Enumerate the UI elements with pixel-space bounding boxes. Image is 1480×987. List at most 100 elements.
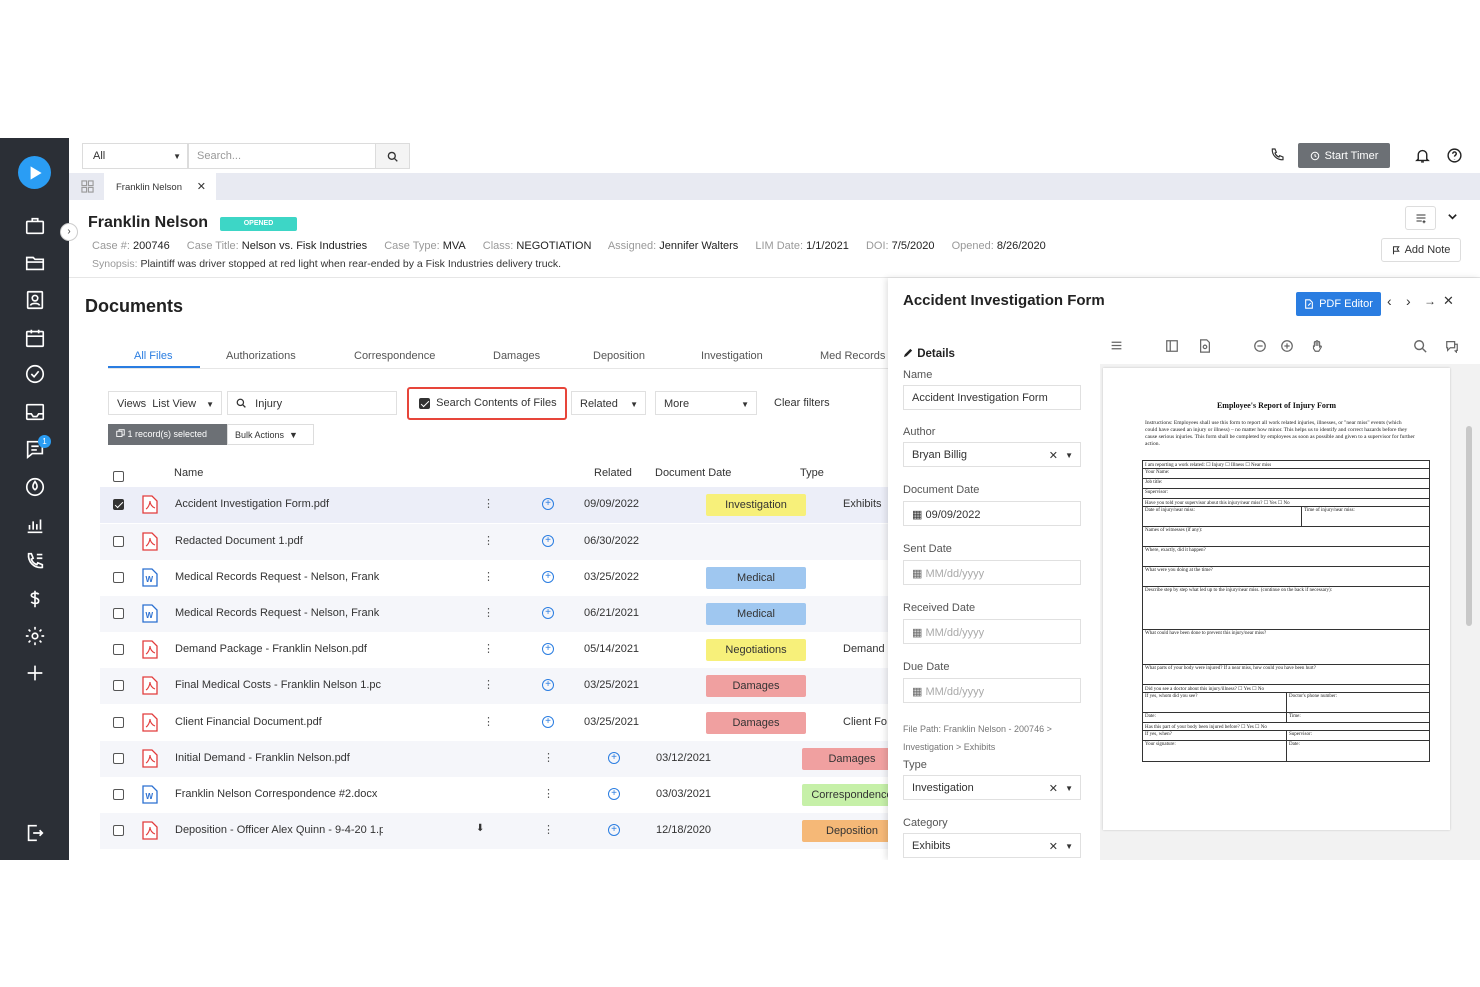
tab-authorizations[interactable]: Authorizations xyxy=(226,350,296,362)
tab-deposition[interactable]: Deposition xyxy=(593,350,645,362)
settings-gear-icon[interactable] xyxy=(22,623,48,649)
collapse-nav-button[interactable]: › xyxy=(60,223,78,241)
tab-investigation[interactable]: Investigation xyxy=(701,350,763,362)
pdf-editor-button[interactable]: PDF Editor xyxy=(1296,292,1381,316)
scrollbar[interactable] xyxy=(1466,426,1472,626)
zoom-in-icon[interactable] xyxy=(1280,339,1294,358)
logout-icon[interactable] xyxy=(22,820,48,846)
sent-date-field[interactable]: ▦ MM/dd/yyyy xyxy=(903,560,1081,585)
row-checkbox[interactable] xyxy=(113,499,124,510)
global-search-input[interactable]: Search... xyxy=(188,143,376,169)
document-date-field[interactable]: ▦ 09/09/2022 xyxy=(903,501,1081,526)
type-select[interactable]: Investigation ✕ ▼ xyxy=(903,775,1081,800)
row-checkbox[interactable] xyxy=(113,717,124,728)
more-options-icon[interactable]: ⋮ xyxy=(483,715,494,728)
tab-med-records[interactable]: Med Records xyxy=(820,350,885,362)
page-icon[interactable] xyxy=(1198,339,1212,358)
folder-icon[interactable] xyxy=(22,250,48,276)
previous-icon[interactable]: ‹ xyxy=(1387,293,1392,309)
zoom-out-icon[interactable] xyxy=(1253,339,1267,358)
row-checkbox[interactable] xyxy=(113,644,124,655)
row-checkbox[interactable] xyxy=(113,572,124,583)
table-row[interactable]: Initial Demand - Franklin Nelson.pdf ⋮ +03… xyxy=(100,741,888,777)
tab-correspondence[interactable]: Correspondence xyxy=(354,350,435,362)
comments-icon[interactable] xyxy=(1445,339,1459,358)
start-timer-button[interactable]: Start Timer xyxy=(1298,143,1390,168)
menu-icon[interactable] xyxy=(1110,339,1123,357)
column-header-related[interactable]: Related xyxy=(594,467,632,479)
inbox-icon[interactable] xyxy=(22,399,48,425)
row-checkbox[interactable] xyxy=(113,536,124,547)
more-options-icon[interactable]: ⋮ xyxy=(483,497,494,510)
row-checkbox[interactable] xyxy=(113,789,124,800)
row-checkbox[interactable] xyxy=(113,680,124,691)
add-related-icon[interactable]: + xyxy=(542,607,554,619)
table-row[interactable]: Redacted Document 1.pdf ⋮ +06/30/2022 xyxy=(100,524,888,560)
related-select[interactable]: Related ▼ xyxy=(571,391,646,415)
reports-chart-icon[interactable] xyxy=(22,512,48,538)
author-select[interactable]: Bryan Billig ✕ ▼ xyxy=(903,442,1081,467)
table-row[interactable]: Deposition - Officer Alex Quinn - 9-4-20… xyxy=(100,813,888,849)
table-row[interactable]: Final Medical Costs - Franklin Nelson 1.… xyxy=(100,668,888,704)
file-name[interactable]: Demand Package - Franklin Nelson.pdf xyxy=(175,643,383,655)
close-icon[interactable]: ✕ xyxy=(1443,293,1454,309)
table-row[interactable]: Accident Investigation Form.pdf ⋮ +09/09/2… xyxy=(100,487,888,523)
pan-hand-icon[interactable] xyxy=(1310,339,1324,358)
more-options-icon[interactable]: ⋮ xyxy=(483,534,494,547)
contacts-icon[interactable] xyxy=(22,287,48,313)
table-row[interactable]: Client Financial Document.pdf ⋮ +03/25/202… xyxy=(100,705,888,741)
file-name[interactable]: Accident Investigation Form.pdf xyxy=(175,498,383,510)
file-name[interactable]: Final Medical Costs - Franklin Nelson 1.… xyxy=(175,679,383,691)
row-checkbox[interactable] xyxy=(113,825,124,836)
download-icon[interactable]: ⬇ xyxy=(476,823,484,834)
table-row[interactable]: W Medical Records Request - Nelson, Frank… xyxy=(100,596,888,632)
views-select[interactable]: Views List View ▼ xyxy=(108,391,222,415)
add-related-icon[interactable]: + xyxy=(542,535,554,547)
search-scope-select[interactable]: All ▼ xyxy=(82,143,188,169)
row-checkbox[interactable] xyxy=(113,608,124,619)
calendar-icon[interactable] xyxy=(22,325,48,351)
more-options-icon[interactable]: ⋮ xyxy=(483,570,494,583)
file-name[interactable]: Deposition - Officer Alex Quinn - 9-4-20… xyxy=(175,824,383,836)
pdf-viewer[interactable]: Employee's Report of Injury Form Instruc… xyxy=(1100,364,1480,860)
add-related-icon[interactable]: + xyxy=(542,571,554,583)
header-menu-button[interactable] xyxy=(1405,206,1436,230)
more-options-icon[interactable]: ⋮ xyxy=(483,642,494,655)
table-row[interactable]: W Medical Records Request - Nelson, Frank… xyxy=(100,560,888,596)
more-options-icon[interactable]: ⋮ xyxy=(543,823,554,836)
table-row[interactable]: Demand Package - Franklin Nelson.pdf ⋮ +05… xyxy=(100,632,888,668)
add-related-icon[interactable]: + xyxy=(542,643,554,655)
add-related-icon[interactable]: + xyxy=(608,752,620,764)
received-date-field[interactable]: ▦ MM/dd/yyyy xyxy=(903,619,1081,644)
close-icon[interactable]: ✕ xyxy=(197,180,206,193)
app-logo[interactable] xyxy=(18,156,51,189)
file-name[interactable]: Redacted Document 1.pdf xyxy=(175,535,383,547)
file-name[interactable]: Franklin Nelson Correspondence #2.docx xyxy=(175,788,383,800)
column-header-name[interactable]: Name xyxy=(174,467,203,479)
billing-dollar-icon[interactable] xyxy=(22,586,48,612)
chevron-down-icon[interactable] xyxy=(1447,211,1458,225)
more-options-icon[interactable]: ⋮ xyxy=(543,751,554,764)
more-options-icon[interactable]: ⋮ xyxy=(543,787,554,800)
column-header-date[interactable]: Document Date xyxy=(655,467,731,479)
table-row[interactable]: W Franklin Nelson Correspondence #2.docx ⋮… xyxy=(100,777,888,813)
filter-search-input[interactable]: Injury xyxy=(227,391,397,415)
more-options-icon[interactable]: ⋮ xyxy=(483,606,494,619)
due-date-field[interactable]: ▦ MM/dd/yyyy xyxy=(903,678,1081,703)
drop-icon[interactable] xyxy=(22,474,48,500)
briefcase-icon[interactable] xyxy=(22,213,48,239)
search-icon[interactable] xyxy=(1413,339,1427,358)
column-header-type[interactable]: Type xyxy=(800,467,824,479)
tasks-check-icon[interactable] xyxy=(22,361,48,387)
file-name[interactable]: Medical Records Request - Nelson, Frank xyxy=(175,607,383,619)
open-arrow-icon[interactable]: → xyxy=(1424,294,1436,308)
add-related-icon[interactable]: + xyxy=(542,716,554,728)
call-log-icon[interactable] xyxy=(22,548,48,574)
add-plus-icon[interactable] xyxy=(22,660,48,686)
add-related-icon[interactable]: + xyxy=(608,788,620,800)
add-related-icon[interactable]: + xyxy=(542,498,554,510)
file-name[interactable]: Medical Records Request - Nelson, Frank xyxy=(175,571,383,583)
search-button[interactable] xyxy=(375,143,410,169)
bulk-actions-button[interactable]: Bulk Actions ▼ xyxy=(227,424,314,445)
add-related-icon[interactable]: + xyxy=(542,679,554,691)
